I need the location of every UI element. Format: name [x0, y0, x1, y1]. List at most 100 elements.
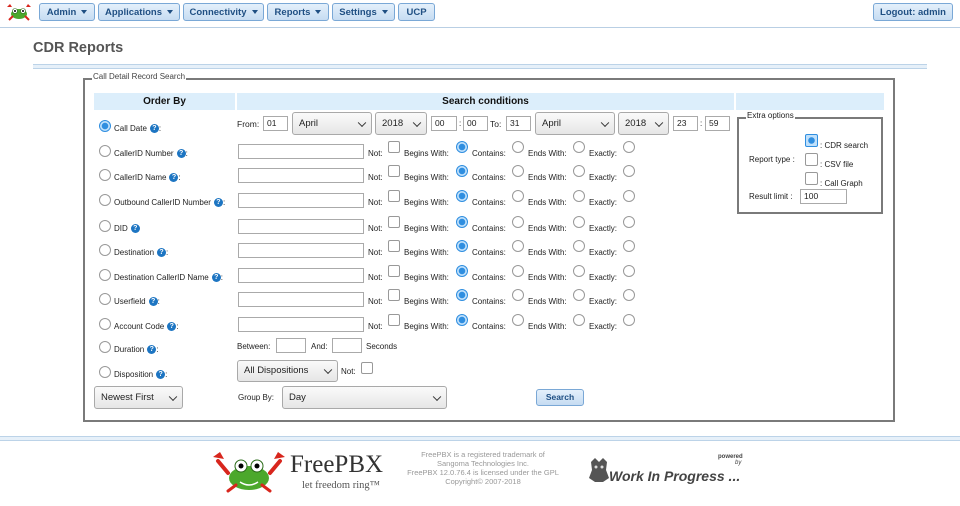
help-icon[interactable]: ?	[213, 198, 223, 207]
not-checkbox[interactable]	[388, 190, 400, 202]
begins-with-radio[interactable]	[456, 190, 468, 202]
contains-radio[interactable]	[512, 141, 524, 153]
help-icon[interactable]: ?	[176, 149, 186, 158]
condition-text-input[interactable]	[238, 317, 364, 332]
begins-with-radio[interactable]	[456, 141, 468, 153]
contains-radio[interactable]	[512, 190, 524, 202]
order-by-radio[interactable]	[99, 366, 111, 378]
order-by-radio[interactable]	[99, 220, 111, 232]
sort-order-select[interactable]: Newest First	[94, 386, 183, 409]
from-hour-input[interactable]: 00	[431, 116, 457, 131]
nav-connectivity[interactable]: Connectivity	[183, 3, 264, 21]
ends-with-radio[interactable]	[573, 265, 585, 277]
duration-min-input[interactable]	[276, 338, 306, 353]
help-icon[interactable]: ?	[130, 224, 140, 233]
help-icon[interactable]: ?	[211, 273, 221, 282]
to-month-select[interactable]: April	[535, 112, 615, 135]
help-icon[interactable]: ?	[156, 370, 166, 379]
help-icon[interactable]: ?	[157, 248, 167, 257]
not-checkbox[interactable]	[388, 216, 400, 228]
order-by-radio[interactable]	[99, 293, 111, 305]
condition-text-input[interactable]	[238, 243, 364, 258]
condition-text-input[interactable]	[238, 219, 364, 234]
exactly-radio[interactable]	[623, 165, 635, 177]
exactly-radio[interactable]	[623, 141, 635, 153]
begins-with-label: Begins With:	[404, 198, 449, 207]
ends-with-radio[interactable]	[573, 165, 585, 177]
condition-text-input[interactable]	[238, 193, 364, 208]
condition-text-input[interactable]	[238, 144, 364, 159]
order-by-radio[interactable]	[99, 194, 111, 206]
from-year-select[interactable]: 2018	[375, 112, 427, 135]
order-by-radio[interactable]	[99, 145, 111, 157]
order-by-radio[interactable]	[99, 341, 111, 353]
exactly-radio[interactable]	[623, 289, 635, 301]
from-minute-input[interactable]: 00	[463, 116, 488, 131]
result-limit-input[interactable]: 100	[800, 189, 847, 204]
disposition-not-checkbox[interactable]	[361, 362, 373, 374]
duration-max-input[interactable]	[332, 338, 362, 353]
from-day-input[interactable]: 01	[263, 116, 288, 131]
order-by-radio[interactable]	[99, 169, 111, 181]
begins-with-radio[interactable]	[456, 240, 468, 252]
freepbx-logo-icon[interactable]	[5, 3, 33, 22]
nav-admin[interactable]: Admin	[39, 3, 95, 21]
help-icon[interactable]: ?	[148, 297, 158, 306]
to-year-select[interactable]: 2018	[618, 112, 669, 135]
search-button[interactable]: Search	[536, 389, 584, 406]
not-checkbox[interactable]	[388, 240, 400, 252]
contains-radio[interactable]	[512, 165, 524, 177]
nav-ucp[interactable]: UCP	[398, 3, 435, 21]
ends-with-radio[interactable]	[573, 240, 585, 252]
begins-with-radio[interactable]	[456, 289, 468, 301]
not-checkbox[interactable]	[388, 265, 400, 277]
order-by-radio[interactable]	[99, 318, 111, 330]
contains-radio[interactable]	[512, 240, 524, 252]
time-colon: :	[459, 119, 462, 128]
begins-with-radio[interactable]	[456, 165, 468, 177]
order-by-radio[interactable]	[99, 269, 111, 281]
not-checkbox[interactable]	[388, 289, 400, 301]
nav-applications[interactable]: Applications	[98, 3, 180, 21]
exactly-radio[interactable]	[623, 240, 635, 252]
condition-text-input[interactable]	[238, 292, 364, 307]
help-icon[interactable]: ?	[167, 322, 177, 331]
exactly-radio[interactable]	[623, 265, 635, 277]
order-by-radio[interactable]	[99, 120, 111, 132]
not-checkbox[interactable]	[388, 141, 400, 153]
begins-with-radio[interactable]	[456, 314, 468, 326]
ends-with-radio[interactable]	[573, 190, 585, 202]
contains-radio[interactable]	[512, 216, 524, 228]
ends-with-radio[interactable]	[573, 289, 585, 301]
to-day-input[interactable]: 31	[506, 116, 531, 131]
exactly-radio[interactable]	[623, 190, 635, 202]
to-minute-input[interactable]: 59	[705, 116, 730, 131]
contains-radio[interactable]	[512, 314, 524, 326]
nav-settings[interactable]: Settings	[332, 3, 395, 21]
exactly-radio[interactable]	[623, 314, 635, 326]
to-hour-input[interactable]: 23	[673, 116, 698, 131]
cdr-search-radio[interactable]	[805, 134, 818, 147]
exactly-radio[interactable]	[623, 216, 635, 228]
help-icon[interactable]: ?	[149, 124, 159, 133]
disposition-select[interactable]: All Dispositions	[237, 360, 338, 382]
condition-text-input[interactable]	[238, 168, 364, 183]
not-checkbox[interactable]	[388, 165, 400, 177]
from-month-select[interactable]: April	[292, 112, 372, 135]
begins-with-radio[interactable]	[456, 265, 468, 277]
condition-text-input[interactable]	[238, 268, 364, 283]
csv-file-radio[interactable]	[805, 153, 818, 166]
logout-button[interactable]: Logout: admin	[873, 3, 953, 21]
not-checkbox[interactable]	[388, 314, 400, 326]
order-by-radio[interactable]	[99, 244, 111, 256]
group-by-select[interactable]: Day	[282, 386, 447, 409]
begins-with-radio[interactable]	[456, 216, 468, 228]
ends-with-radio[interactable]	[573, 141, 585, 153]
ends-with-radio[interactable]	[573, 216, 585, 228]
ends-with-radio[interactable]	[573, 314, 585, 326]
nav-reports[interactable]: Reports	[267, 3, 329, 21]
call-graph-radio[interactable]	[805, 172, 818, 185]
help-icon[interactable]: ?	[147, 345, 157, 354]
contains-radio[interactable]	[512, 265, 524, 277]
contains-radio[interactable]	[512, 289, 524, 301]
